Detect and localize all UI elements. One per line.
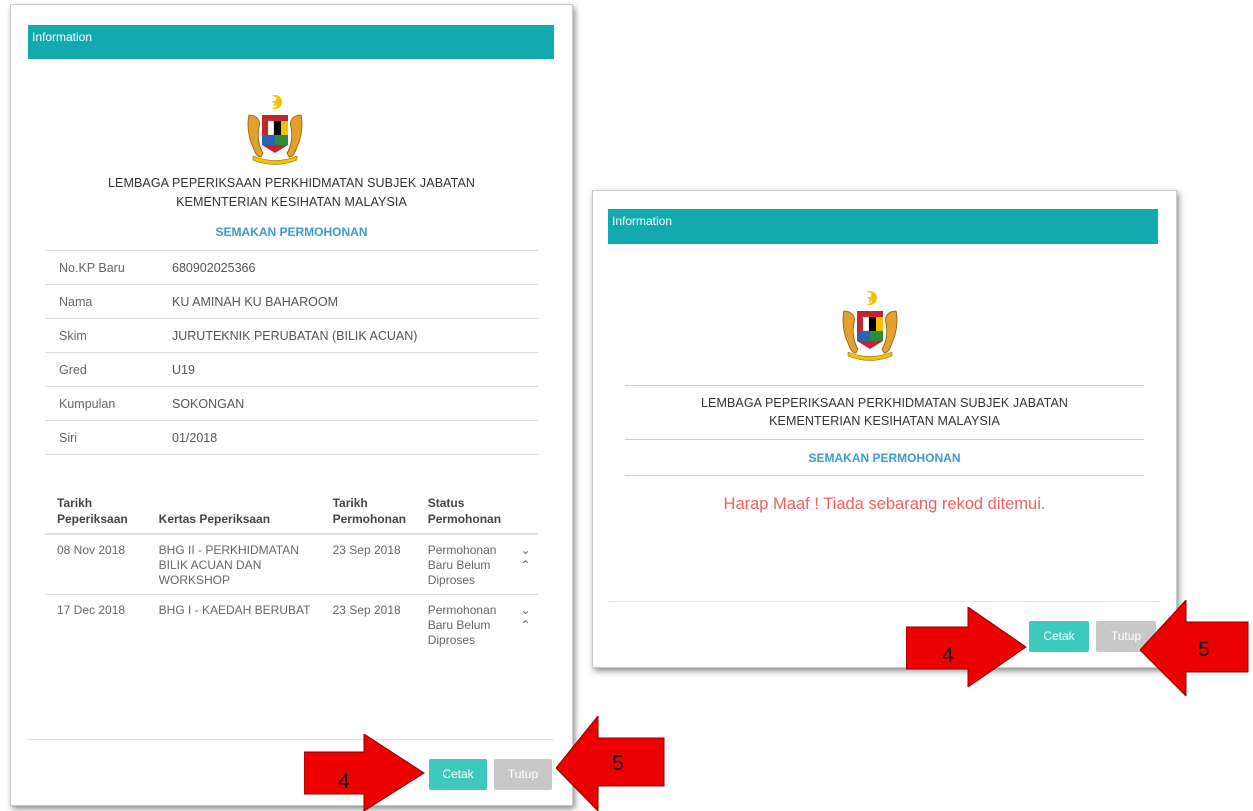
footer-divider bbox=[28, 739, 554, 740]
print-button[interactable]: Cetak bbox=[429, 759, 487, 790]
header-text: Status bbox=[427, 496, 465, 510]
step-5-arrow-icon: 5 bbox=[556, 716, 665, 811]
col-header-exam-date: Tarikh Peperiksaan bbox=[45, 491, 147, 535]
chevron-down-icon[interactable]: ⌄ bbox=[517, 543, 534, 558]
step-5-arrow-icon: 5 bbox=[1140, 600, 1249, 696]
exam-table: Tarikh Peperiksaan Kertas Peperiksaan Ta… bbox=[45, 491, 538, 654]
info-label: Siri bbox=[45, 420, 158, 455]
step-4-arrow-icon: 4 bbox=[304, 734, 425, 811]
org-name-line-2: KEMENTERIAN KESIHATAN MALAYSIA bbox=[769, 414, 1000, 428]
info-label: Skim bbox=[45, 318, 158, 353]
no-record-message: Harap Maaf ! Tiada sebarang rekod ditemu… bbox=[723, 495, 1046, 513]
applied-date: 23 Sep 2018 bbox=[320, 534, 416, 595]
close-button[interactable]: Tutup bbox=[494, 759, 552, 790]
status: Permohonan Baru Belum Diproses bbox=[415, 534, 506, 595]
chevron-up-icon[interactable]: ⌃ bbox=[517, 558, 534, 573]
exam-table-header: Tarikh Peperiksaan Kertas Peperiksaan Ta… bbox=[45, 491, 538, 535]
info-value: JURUTEKNIK PERUBATAN (BILIK ACUAN) bbox=[158, 318, 538, 353]
step-number: 5 bbox=[1198, 638, 1210, 661]
exam-date: 08 Nov 2018 bbox=[45, 534, 147, 595]
paper-line: BILIK ACUAN DAN bbox=[158, 558, 262, 572]
col-header-paper: Kertas Peperiksaan bbox=[146, 491, 321, 535]
info-value: 01/2018 bbox=[158, 420, 538, 455]
info-row: Siri 01/2018 bbox=[45, 420, 538, 455]
status-line: Baru Belum bbox=[427, 618, 491, 632]
info-row: Gred U19 bbox=[45, 352, 538, 387]
status-line: Permohonan bbox=[427, 603, 497, 617]
exam-paper: BHG II - PERKHIDMATAN BILIK ACUAN DAN WO… bbox=[146, 534, 321, 595]
step-number: 5 bbox=[612, 752, 624, 775]
info-label: Kumpulan bbox=[45, 386, 158, 421]
modal-header: Information bbox=[608, 209, 1158, 244]
header-text: Tarikh bbox=[332, 496, 368, 510]
header-text: Permohonan bbox=[332, 512, 406, 526]
info-value: KU AMINAH KU BAHAROOM bbox=[158, 284, 538, 319]
status-line: Baru Belum bbox=[427, 558, 491, 572]
info-value: U19 bbox=[158, 352, 538, 387]
section-title: SEMAKAN PERMOHONAN bbox=[215, 225, 368, 239]
info-row: No.KP Baru 680902025366 bbox=[45, 250, 538, 285]
info-row: Nama KU AMINAH KU BAHAROOM bbox=[45, 284, 538, 319]
malaysia-coat-of-arms-icon bbox=[842, 290, 898, 361]
status-line: Permohonan bbox=[427, 543, 497, 557]
exam-date: 17 Dec 2018 bbox=[57, 603, 126, 617]
org-name-line-2: KEMENTERIAN KESIHATAN MALAYSIA bbox=[176, 195, 407, 209]
step-4-arrow-icon: 4 bbox=[906, 607, 1027, 687]
org-name-line-1: LEMBAGA PEPERIKSAAN PERKHIDMATAN SUBJEK … bbox=[107, 176, 476, 190]
paper-line: BHG I - KAEDAH BERUBAT bbox=[158, 603, 311, 617]
paper-line: WORKSHOP bbox=[158, 573, 230, 587]
footer-divider bbox=[609, 601, 1159, 602]
malaysia-coat-of-arms-icon bbox=[247, 94, 303, 165]
status-line: Diproses bbox=[427, 573, 476, 587]
applicant-info-table: No.KP Baru 680902025366 Nama KU AMINAH K… bbox=[45, 250, 538, 455]
chevron-up-icon[interactable]: ⌃ bbox=[517, 618, 534, 633]
modal-header: Information bbox=[28, 25, 554, 59]
divider bbox=[625, 385, 1144, 386]
status: Permohonan Baru Belum Diproses bbox=[416, 595, 505, 655]
info-row: Skim JURUTEKNIK PERUBATAN (BILIK ACUAN) bbox=[45, 318, 538, 353]
col-header-applied-date: Tarikh Permohonan bbox=[320, 491, 416, 535]
col-header-status: Status Permohonan bbox=[415, 491, 506, 535]
checking-modal-with-records: Information LEMBAGA PEPERIKSAAN PERKHIDM… bbox=[10, 4, 573, 806]
section-title: SEMAKAN PERMOHONAN bbox=[808, 451, 961, 465]
col-header-expand bbox=[505, 491, 538, 535]
paper-line: BHG II - PERKHIDMATAN bbox=[158, 543, 299, 557]
org-name-line-1: LEMBAGA PEPERIKSAAN PERKHIDMATAN SUBJEK … bbox=[700, 396, 1069, 410]
print-button[interactable]: Cetak bbox=[1029, 621, 1089, 652]
chevron-down-icon[interactable]: ⌄ bbox=[517, 603, 534, 618]
table-row: 08 Nov 2018 BHG II - PERKHIDMATAN BILIK … bbox=[45, 534, 538, 595]
step-number: 4 bbox=[942, 644, 954, 667]
header-text: Peperiksaan bbox=[57, 512, 128, 526]
exam-paper: BHG I - KAEDAH BERUBAT bbox=[147, 595, 321, 655]
divider bbox=[625, 475, 1144, 476]
info-label: Nama bbox=[45, 284, 158, 319]
row-sort-toggle[interactable]: ⌄ ⌃ bbox=[505, 595, 538, 655]
checking-modal-no-records: Information LEMBAGA PEPERIKSAAN PERKHIDM… bbox=[592, 190, 1177, 668]
applied-date: 23 Sep 2018 bbox=[332, 603, 401, 617]
info-value: SOKONGAN bbox=[158, 386, 538, 421]
divider bbox=[625, 439, 1144, 440]
status-line: Diproses bbox=[427, 633, 476, 647]
header-text: Tarikh bbox=[57, 496, 93, 510]
step-number: 4 bbox=[338, 770, 350, 793]
header-text: Permohonan bbox=[427, 512, 502, 526]
info-value: 680902025366 bbox=[158, 250, 538, 285]
row-sort-toggle[interactable]: ⌄ ⌃ bbox=[505, 534, 538, 595]
info-label: Gred bbox=[45, 352, 158, 387]
info-row: Kumpulan SOKONGAN bbox=[45, 386, 538, 421]
table-row: 17 Dec 2018 BHG I - KAEDAH BERUBAT 23 Se… bbox=[45, 595, 538, 655]
info-label: No.KP Baru bbox=[45, 250, 158, 285]
